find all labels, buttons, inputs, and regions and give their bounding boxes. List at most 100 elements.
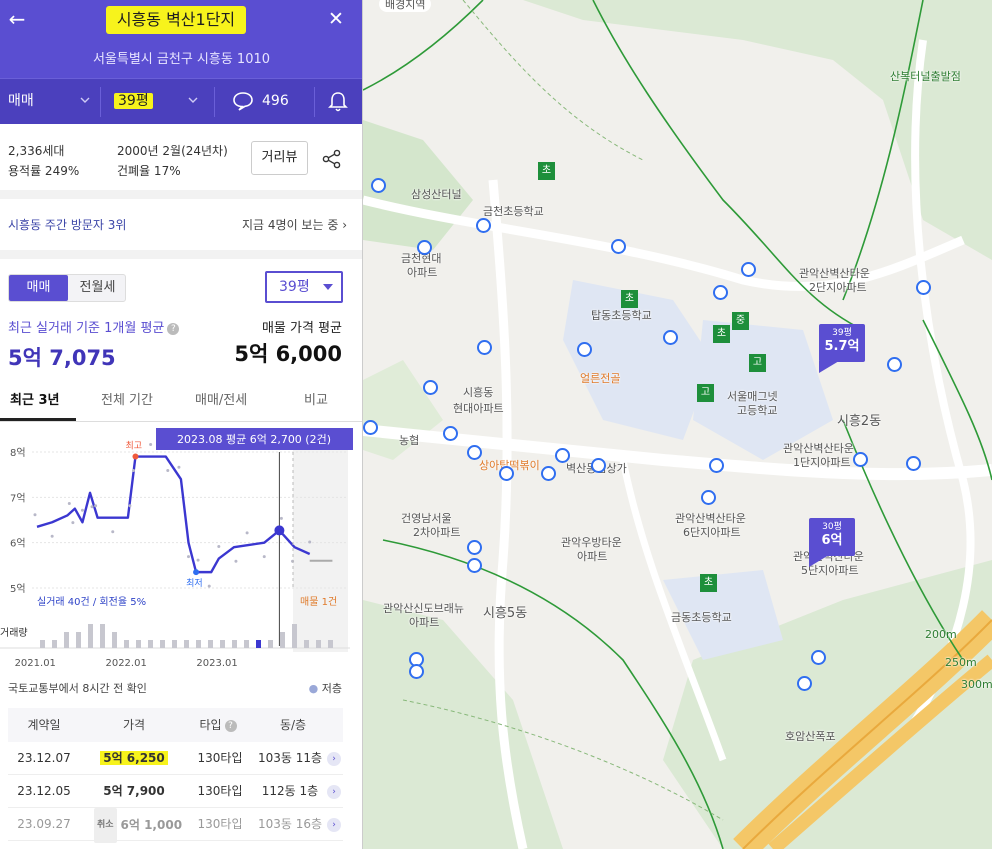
bus-stop-icon[interactable] bbox=[611, 239, 626, 254]
street-view-button[interactable]: 거리뷰 bbox=[251, 141, 308, 175]
school-marker[interactable]: 고 bbox=[697, 384, 714, 402]
volume-bar bbox=[328, 640, 333, 648]
table-row[interactable]: 23.12.07 5억 6,250 130타입 103동 11층 › bbox=[8, 742, 343, 775]
bus-stop-icon[interactable] bbox=[887, 357, 902, 372]
speech-bubble-icon bbox=[233, 92, 253, 111]
tab-jeonse[interactable]: 전월세 bbox=[68, 275, 127, 301]
deal-point bbox=[262, 555, 266, 559]
deal-point bbox=[80, 508, 84, 512]
divider bbox=[214, 87, 215, 117]
bus-stop-icon[interactable] bbox=[577, 342, 592, 357]
deal-point bbox=[67, 501, 71, 505]
map-label-siheungdong: 시흥동 bbox=[463, 386, 494, 399]
trade-type-dropdown[interactable]: 매매 bbox=[8, 79, 90, 125]
row-detail[interactable]: › bbox=[326, 742, 342, 775]
bus-stop-icon[interactable] bbox=[499, 466, 514, 481]
help-icon[interactable]: ? bbox=[224, 719, 237, 732]
tab-all-period[interactable]: 전체 기간 bbox=[101, 389, 153, 408]
bus-stop-icon[interactable] bbox=[476, 218, 491, 233]
visitor-rank-row[interactable]: 시흥동 주간 방문자 3위 지금 4명이 보는 중 › bbox=[0, 199, 362, 250]
school-marker[interactable]: 초 bbox=[621, 290, 638, 308]
volume-bar bbox=[184, 640, 189, 648]
deal-point bbox=[131, 469, 135, 473]
price-pin-39[interactable]: 39평 5.7억 bbox=[819, 324, 865, 362]
col-price: 가격 bbox=[122, 718, 146, 732]
map-label-gwanak1b: 1단지아파트 bbox=[793, 456, 851, 469]
bus-stop-icon[interactable] bbox=[417, 240, 432, 255]
panel-header: ← 시흥동 벽산1단지 ✕ 서울특별시 금천구 시흥동 1010 bbox=[0, 0, 362, 78]
bus-stop-icon[interactable] bbox=[371, 178, 386, 193]
size-dropdown[interactable]: 39평 bbox=[114, 79, 206, 125]
bus-stop-icon[interactable] bbox=[555, 448, 570, 463]
tab-recent-3y[interactable]: 최근 3년 bbox=[10, 389, 59, 408]
bus-stop-icon[interactable] bbox=[713, 285, 728, 300]
deal-floor: 112동 1층 bbox=[261, 784, 319, 798]
map-label-samsung: 삼성산터널 bbox=[411, 188, 462, 201]
volume-bar bbox=[124, 640, 129, 648]
bell-icon bbox=[328, 92, 348, 112]
size-select[interactable]: 39평 bbox=[265, 271, 343, 303]
bus-stop-icon[interactable] bbox=[663, 330, 678, 345]
map-chip[interactable]: 배경지역 bbox=[379, 0, 432, 12]
map-label-hyundai: 현대아파트 bbox=[453, 402, 504, 415]
deal-count-label: 실거래 40건 / 회전율 5% bbox=[37, 596, 146, 608]
pin-price: 5.7억 bbox=[824, 339, 860, 354]
volume-bar bbox=[88, 624, 93, 648]
bus-stop-icon[interactable] bbox=[541, 466, 556, 481]
bus-stop-icon[interactable] bbox=[423, 380, 438, 395]
bus-stop-icon[interactable] bbox=[853, 452, 868, 467]
bus-stop-icon[interactable] bbox=[467, 445, 482, 460]
school-marker[interactable]: 초 bbox=[713, 325, 730, 343]
map-view[interactable]: 배경지역 산복터널출발점 삼성산터널 금천초등학교 금천현대 아파트 탑동초등학… bbox=[363, 0, 992, 849]
bus-stop-icon[interactable] bbox=[797, 676, 812, 691]
school-marker[interactable]: 초 bbox=[700, 574, 717, 592]
alarm-button[interactable] bbox=[326, 79, 356, 125]
avg-price-value: 5억 7,075 bbox=[8, 346, 116, 370]
volume-bar bbox=[100, 624, 105, 648]
tab-compare[interactable]: 비교 bbox=[304, 389, 328, 408]
bus-stop-icon[interactable] bbox=[906, 456, 921, 471]
table-row[interactable]: 23.09.27 취소 6억 1,000 130타입 103동 16층 › bbox=[8, 808, 343, 843]
bus-stop-icon[interactable] bbox=[467, 558, 482, 573]
school-marker[interactable]: 중 bbox=[732, 312, 749, 330]
floor-area-ratio: 용적률 249% bbox=[8, 164, 80, 178]
map-label-nonghyup: 농협 bbox=[399, 434, 420, 447]
row-detail[interactable]: › bbox=[326, 808, 342, 841]
bus-stop-icon[interactable] bbox=[701, 490, 716, 505]
min-point bbox=[193, 569, 200, 576]
school-marker[interactable]: 고 bbox=[749, 354, 766, 372]
bus-stop-icon[interactable] bbox=[916, 280, 931, 295]
close-icon[interactable]: ✕ bbox=[325, 6, 347, 32]
comments-button[interactable]: 496 bbox=[232, 79, 302, 125]
share-icon[interactable] bbox=[320, 148, 344, 170]
deal-point bbox=[94, 504, 98, 508]
bus-stop-icon[interactable] bbox=[741, 262, 756, 277]
bus-stop-icon[interactable] bbox=[443, 426, 458, 441]
bus-stop-icon[interactable] bbox=[591, 458, 606, 473]
help-icon[interactable]: ? bbox=[167, 322, 180, 335]
price-pin-30[interactable]: 30평 6억 bbox=[809, 518, 855, 556]
back-arrow-icon[interactable]: ← bbox=[6, 6, 28, 32]
row-detail[interactable]: › bbox=[326, 775, 342, 808]
bus-stop-icon[interactable] bbox=[811, 650, 826, 665]
volume-bar bbox=[64, 632, 69, 648]
school-marker[interactable]: 초 bbox=[538, 162, 555, 180]
bus-stop-icon[interactable] bbox=[709, 458, 724, 473]
deal-point bbox=[279, 516, 283, 520]
price-chart[interactable]: 8억 7억 6억 5억 최고최저 2023.08 평균 6억 2,700 (2건) 실거래 … bbox=[0, 424, 363, 680]
bus-stop-icon[interactable] bbox=[477, 340, 492, 355]
deal-point bbox=[245, 531, 249, 535]
pin-pointer bbox=[819, 361, 839, 373]
bus-stop-icon[interactable] bbox=[467, 540, 482, 555]
table-row[interactable]: 23.12.05 5억 7,900 130타입 112동 1층 › bbox=[8, 775, 343, 808]
chevron-down-icon bbox=[80, 97, 90, 103]
bus-stop-icon[interactable] bbox=[409, 664, 424, 679]
chevron-right-icon: › bbox=[327, 751, 341, 766]
tab-sale[interactable]: 매매 bbox=[9, 275, 68, 301]
bus-stop-icon[interactable] bbox=[363, 420, 378, 435]
col-type-label: 타입 bbox=[199, 718, 222, 732]
pin-size: 39평 bbox=[832, 328, 852, 338]
map-label-tapdong: 탑동초등학교 bbox=[591, 309, 652, 322]
low-floor-legend: ● 저층 bbox=[309, 680, 342, 696]
tab-sale-jeonse[interactable]: 매매/전세 bbox=[195, 389, 247, 408]
